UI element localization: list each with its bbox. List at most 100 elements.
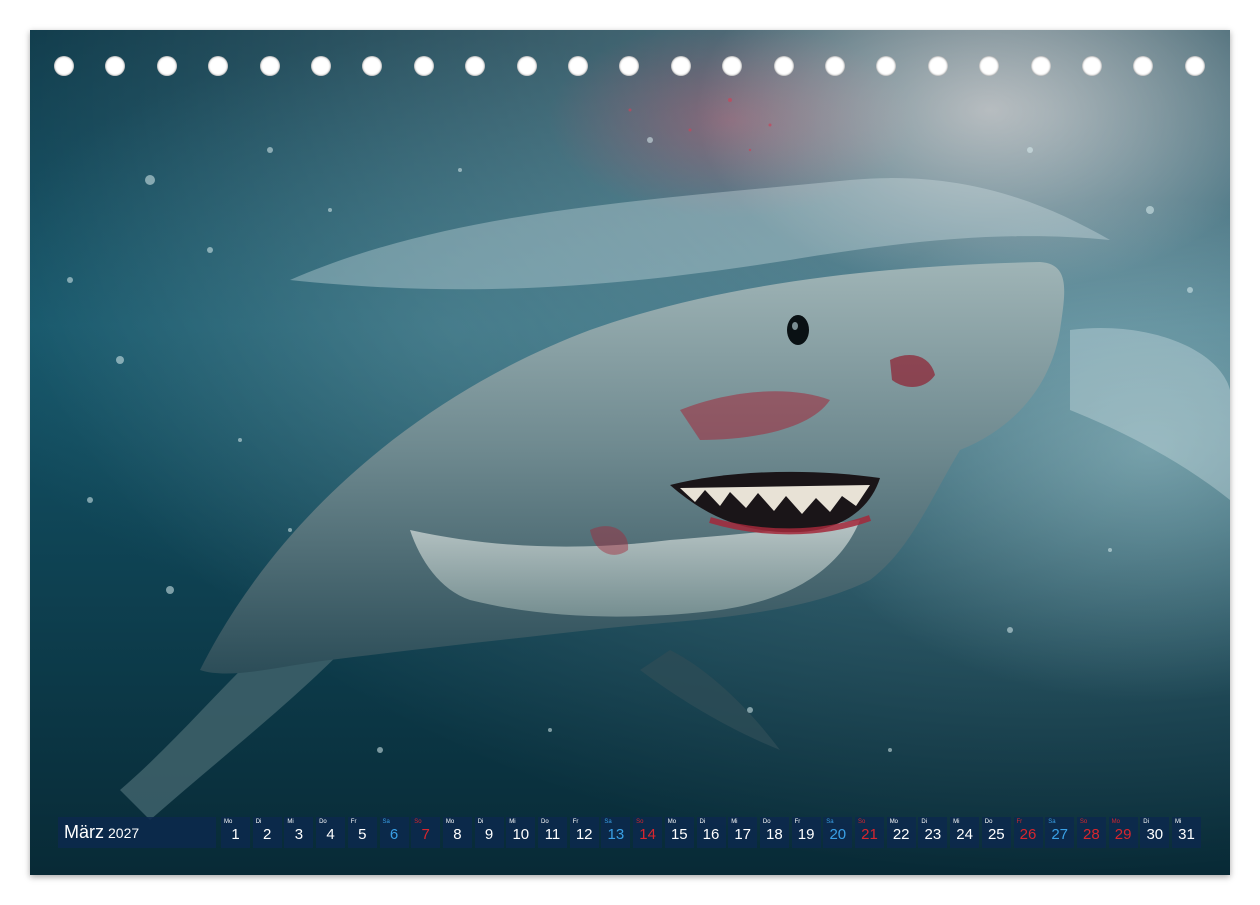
day-cell: So 21: [855, 817, 884, 848]
binding-hole: [1184, 56, 1205, 76]
day-cell: Mi 31: [1172, 817, 1201, 848]
day-cell: Mo 15: [664, 817, 694, 848]
day-weekday: Di: [477, 819, 484, 825]
day-number: 19: [797, 826, 815, 843]
day-weekday: Sa: [604, 819, 612, 825]
day-cells: Mo 1 Di 2 Mi 3 Do 4 Fr 5 Sa 6 So 7 Mo 8 Di 9 Mi 10 Do 11 Fr 12 S…: [221, 817, 1204, 848]
binding-hole: [1082, 56, 1102, 76]
day-cell: Mi 3: [284, 817, 314, 848]
day-number: 23: [924, 826, 942, 843]
day-weekday: Do: [762, 819, 771, 825]
day-cell: So 28: [1076, 817, 1106, 848]
day-number: 11: [544, 826, 561, 843]
binding-hole: [825, 56, 845, 76]
day-weekday: Di: [921, 819, 928, 825]
day-number: 12: [575, 826, 593, 843]
binding-hole: [927, 56, 948, 76]
day-cell: Mo 8: [442, 817, 472, 848]
day-weekday: Do: [541, 819, 549, 825]
day-number: 31: [1178, 826, 1195, 843]
day-number: 2: [263, 826, 272, 843]
day-number: 27: [1051, 826, 1069, 843]
day-number: 16: [702, 826, 720, 843]
day-cell: Do 11: [538, 817, 567, 848]
day-cell: Do 4: [316, 817, 346, 848]
binding-hole: [773, 56, 794, 76]
day-cell: Di 16: [696, 817, 726, 848]
day-cell: Mo 1: [221, 817, 250, 848]
day-cell: Fr 19: [791, 817, 821, 848]
day-number: 13: [607, 826, 625, 843]
day-weekday: So: [858, 819, 866, 825]
binding-hole: [516, 56, 537, 76]
day-weekday: Di: [255, 819, 262, 825]
day-weekday: Di: [699, 819, 706, 825]
day-cell: Fr 26: [1013, 817, 1043, 848]
day-cell: So 7: [411, 817, 441, 848]
day-cell: Di 30: [1140, 817, 1170, 848]
day-weekday: Mi: [1175, 819, 1182, 825]
day-number: 3: [294, 826, 304, 843]
day-cell: Mi 10: [506, 817, 536, 848]
day-number: 28: [1083, 826, 1100, 843]
day-weekday: Fr: [1016, 819, 1023, 825]
day-number: 15: [670, 826, 688, 843]
month-year: 2027: [108, 825, 140, 841]
day-weekday: Mi: [287, 819, 294, 825]
day-weekday: Fr: [572, 819, 579, 825]
calendar-page: März 2027 Mo 1 Di 2 Mi 3 Do 4 Fr 5 Sa 6 So 7 Mo 8 Di 9 Mi 10…: [30, 30, 1230, 875]
day-cell: Mo 29: [1108, 817, 1138, 848]
day-cell: Sa 27: [1045, 817, 1075, 848]
month-label: März 2027: [58, 817, 216, 848]
shark-photo: [30, 30, 1230, 875]
day-number: 22: [892, 826, 910, 843]
day-cell: Di 2: [252, 817, 282, 848]
calendar-strip: März 2027 Mo 1 Di 2 Mi 3 Do 4 Fr 5 Sa 6 So 7 Mo 8 Di 9 Mi 10…: [58, 817, 1204, 848]
day-weekday: Sa: [1048, 819, 1056, 825]
day-number: 9: [484, 826, 494, 843]
day-number: 4: [326, 826, 335, 843]
day-weekday: Sa: [382, 819, 390, 825]
day-number: 6: [389, 826, 399, 843]
day-cell: Fr 5: [347, 817, 377, 848]
day-number: 24: [956, 826, 973, 843]
day-weekday: So: [1079, 819, 1088, 825]
day-number: 10: [512, 826, 530, 843]
day-cell: Di 9: [474, 817, 504, 848]
day-weekday: Mo: [667, 819, 677, 825]
binding-hole: [311, 56, 331, 76]
day-weekday: Mo: [889, 819, 899, 825]
day-weekday: Mo: [1111, 819, 1120, 825]
day-weekday: So: [414, 819, 422, 825]
day-number: 8: [453, 826, 462, 843]
binding-hole: [259, 56, 280, 76]
day-cell: Di 23: [918, 817, 948, 848]
binding-hole: [54, 56, 74, 76]
day-cell: Mo 22: [886, 817, 916, 848]
day-number: 26: [1019, 826, 1037, 843]
day-weekday: So: [636, 819, 644, 825]
day-number: 7: [421, 826, 430, 843]
binding-hole: [568, 56, 588, 76]
day-cell: Do 18: [759, 817, 789, 848]
day-number: 20: [829, 826, 847, 843]
day-weekday: Mo: [224, 819, 233, 825]
binding-hole: [1030, 56, 1051, 76]
day-cell: So 14: [633, 817, 663, 848]
day-cell: Sa 13: [601, 817, 631, 848]
month-name: März: [64, 822, 104, 842]
day-cell: Mi 17: [728, 817, 758, 848]
day-number: 18: [766, 826, 783, 843]
day-number: 5: [358, 826, 367, 843]
day-weekday: Mi: [509, 819, 516, 825]
binding-hole: [413, 56, 434, 76]
day-cell: Sa 6: [379, 817, 409, 848]
day-weekday: Mi: [953, 819, 960, 825]
day-weekday: Mi: [731, 819, 738, 825]
day-weekday: Fr: [350, 819, 357, 825]
day-cell: Do 25: [981, 817, 1011, 848]
day-number: 1: [231, 826, 240, 843]
day-number: 29: [1114, 826, 1132, 843]
day-cell: Sa 20: [823, 817, 853, 848]
day-number: 21: [861, 826, 878, 843]
